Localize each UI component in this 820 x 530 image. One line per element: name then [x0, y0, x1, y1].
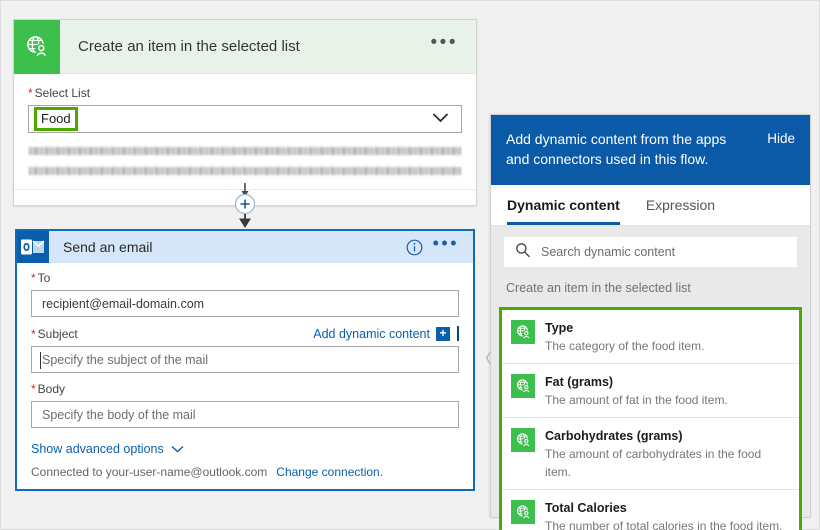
required-indicator: * [31, 327, 36, 341]
list-item-description: The category of the food item. [545, 339, 704, 353]
dynamic-content-panel-header: Add dynamic content from the apps and co… [491, 115, 810, 185]
required-indicator: * [31, 382, 36, 396]
body-label: *Body [31, 382, 459, 396]
change-connection-link[interactable]: Change connection. [276, 465, 383, 479]
list-item[interactable]: Total Calories The number of total calor… [502, 490, 799, 530]
action-card-send-email[interactable]: Send an email ••• *To recipient@email-do… [15, 229, 475, 491]
action-card-body: *Select List Food [14, 74, 476, 189]
required-indicator: * [31, 271, 36, 285]
subject-label: *Subject [31, 327, 78, 341]
to-input[interactable]: recipient@email-domain.com [31, 290, 459, 317]
list-item-name: Total Calories [545, 501, 627, 515]
select-list-label: *Select List [28, 86, 462, 100]
search-placeholder: Search dynamic content [541, 245, 675, 259]
to-label-text: To [38, 271, 51, 285]
dynamic-content-panel: Add dynamic content from the apps and co… [490, 114, 811, 518]
text-caret [40, 352, 41, 369]
action-card-create-item[interactable]: Create an item in the selected list ••• … [13, 19, 477, 206]
to-input-value: recipient@email-domain.com [42, 297, 204, 311]
email-card-header[interactable]: Send an email ••• [17, 231, 473, 263]
subject-input[interactable]: Specify the subject of the mail [31, 346, 459, 373]
body-input[interactable]: Specify the body of the mail [31, 401, 459, 428]
globe-person-icon [511, 320, 535, 344]
action-card-header[interactable]: Create an item in the selected list ••• [14, 20, 476, 74]
body-placeholder: Specify the body of the mail [42, 408, 196, 422]
show-advanced-options-button[interactable]: Show advanced options [31, 442, 459, 456]
text-cursor-marker [457, 326, 459, 341]
flow-designer-canvas: Create an item in the selected list ••• … [1, 1, 491, 530]
subject-label-text: Subject [38, 327, 78, 341]
email-card-menu-button[interactable]: ••• [433, 239, 473, 255]
hide-panel-button[interactable]: Hide [767, 129, 795, 146]
search-input[interactable]: Search dynamic content [504, 237, 797, 267]
app-window: Create an item in the selected list ••• … [0, 0, 820, 530]
list-item[interactable]: Fat (grams) The amount of fat in the foo… [502, 364, 799, 418]
list-item-description: The amount of carbohydrates in the food … [545, 447, 761, 479]
dynamic-content-tabs: Dynamic content Expression [491, 185, 810, 226]
to-label: *To [31, 271, 459, 285]
globe-person-icon [511, 500, 535, 524]
globe-person-icon [14, 20, 60, 74]
info-icon[interactable] [406, 239, 423, 256]
show-advanced-options-label: Show advanced options [31, 442, 164, 456]
list-item[interactable]: Type The category of the food item. [502, 310, 799, 364]
required-indicator: * [28, 86, 33, 100]
search-icon [515, 242, 531, 263]
plus-icon: + [436, 327, 450, 341]
dynamic-content-search-wrap: Search dynamic content [491, 226, 810, 277]
email-card-body: *To recipient@email-domain.com *Subject … [17, 263, 473, 489]
list-item-name: Carbohydrates (grams) [545, 429, 683, 443]
action-card-menu-button[interactable]: ••• [431, 38, 476, 56]
list-item-description: The amount of fat in the food item. [545, 393, 728, 407]
email-card-title: Send an email [63, 239, 406, 255]
connection-status-text: Connected to your-user-name@outlook.com [31, 465, 267, 479]
add-dynamic-content-label: Add dynamic content [313, 327, 430, 341]
add-dynamic-content-button[interactable]: Add dynamic content + [313, 326, 459, 341]
tab-expression[interactable]: Expression [646, 197, 715, 225]
outlook-icon [17, 231, 49, 263]
list-item-name: Type [545, 321, 573, 335]
action-card-title: Create an item in the selected list [78, 38, 431, 55]
select-list-value: Food [34, 107, 78, 131]
globe-person-icon [511, 428, 535, 452]
chevron-down-icon[interactable] [432, 110, 449, 128]
subject-placeholder: Specify the subject of the mail [42, 353, 208, 367]
select-list-dropdown[interactable]: Food [28, 105, 462, 133]
list-item[interactable]: Carbohydrates (grams) The amount of carb… [502, 418, 799, 490]
subject-label-row: *Subject Add dynamic content + [31, 326, 459, 341]
redacted-bar [28, 147, 462, 155]
dynamic-content-list: Type The category of the food item. [499, 307, 802, 530]
body-label-text: Body [38, 382, 65, 396]
list-item-name: Fat (grams) [545, 375, 613, 389]
dynamic-content-panel-description: Add dynamic content from the apps and co… [506, 129, 741, 169]
globe-person-icon [511, 374, 535, 398]
redacted-bar [28, 167, 462, 175]
tab-dynamic-content[interactable]: Dynamic content [507, 197, 620, 225]
connection-status-row: Connected to your-user-name@outlook.com … [31, 465, 459, 479]
dynamic-content-group-title: Create an item in the selected list [491, 277, 810, 307]
chevron-down-icon [171, 442, 184, 456]
list-item-description: The number of total calories in the food… [545, 519, 782, 530]
select-list-label-text: Select List [35, 86, 90, 100]
flow-connector [233, 183, 257, 229]
